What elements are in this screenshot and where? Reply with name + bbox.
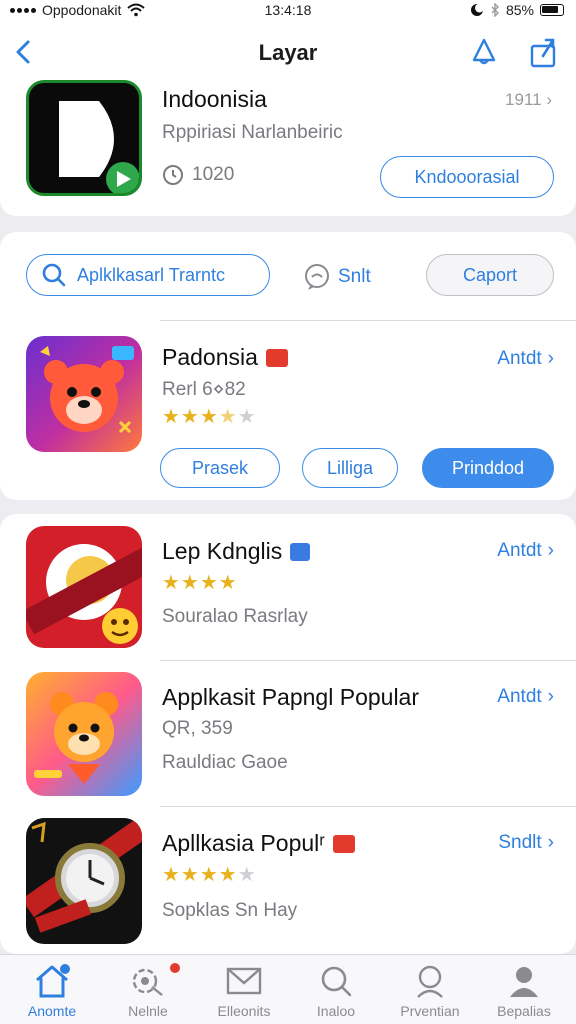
applkasit-app-icon[interactable] — [26, 672, 142, 796]
featured-app-subtitle: Rppiriasi Narlanbeiric — [162, 122, 343, 143]
divider — [160, 660, 576, 661]
padonsia-app-title: Padonsia — [162, 344, 288, 371]
red-flag-badge-icon — [332, 834, 355, 853]
person-icon — [510, 967, 538, 997]
bluetooth-icon — [491, 3, 499, 17]
play-icon — [59, 101, 139, 193]
featured-app-name: Indoonisia — [162, 86, 267, 112]
chevron-right-icon: › — [547, 540, 554, 561]
search-chip[interactable]: Aplklkasarl Trarntc — [26, 254, 270, 296]
tab-profile[interactable]: Bepalias — [476, 963, 572, 1021]
featured-meta: 1911 › — [505, 90, 552, 109]
chevron-right-icon: › — [547, 832, 554, 853]
app-list-card: Lep Kdnglis Antdt › ★★★★ Souralao Rasrlay… — [0, 514, 576, 954]
lep-kdnglis-rating-stars: ★★★★ — [162, 572, 238, 594]
tab-prevention[interactable]: Prventian — [382, 963, 478, 1021]
tab-games[interactable]: Nelnle — [100, 963, 196, 1021]
tab-mail[interactable]: Elleonits — [196, 963, 292, 1021]
blue-badge-icon — [290, 542, 311, 561]
divider — [160, 806, 576, 807]
capture-chip[interactable]: Caport — [426, 254, 554, 296]
filter-and-app-card: Aplklkasarl Trarntc Snlt Caport Padonsia… — [0, 232, 576, 500]
chat-bubble-icon — [305, 264, 329, 290]
battery-icon — [540, 4, 564, 16]
lep-kdnglis-subtitle: Souralao Rasrlay — [162, 606, 308, 627]
featured-app-card[interactable]: Indoonisia 1911 › Rppiriasi Narlanbeiric… — [0, 70, 576, 216]
padonsia-subtitle: Rerl 6⋄82 — [162, 379, 246, 400]
divider — [160, 320, 576, 321]
download-button[interactable]: Prinddod — [422, 448, 554, 488]
moon-icon — [470, 3, 484, 16]
padonsia-app-icon[interactable] — [26, 336, 142, 452]
search-icon — [42, 263, 66, 287]
applkasit-title: Applkasit Papngl Popular — [162, 684, 419, 710]
apllkasia-rating-stars: ★★★★★ — [162, 864, 257, 886]
promo-banner-icon — [26, 544, 142, 644]
games-icon — [132, 968, 163, 996]
padonsia-rating-stars: ★★★★★ — [162, 406, 257, 428]
apllkasia-action-link[interactable]: Sndlt › — [498, 832, 554, 854]
lep-kdnglis-app-icon[interactable] — [26, 526, 142, 648]
applkasit-action-link[interactable]: Antdt › — [497, 686, 554, 708]
status-bar: Oppodonakit 13:4:18 85% — [0, 0, 576, 22]
apllkasia-app-icon[interactable] — [26, 818, 142, 944]
profile-search-icon — [417, 965, 443, 998]
stopwatch-icon — [26, 818, 142, 933]
search-icon — [321, 966, 352, 997]
red-flag-badge-icon — [265, 348, 288, 367]
featured-app-icon[interactable] — [26, 80, 142, 196]
preview-button[interactable]: Prasek — [160, 448, 280, 488]
featured-get-button[interactable]: Kndooorasial — [380, 156, 554, 198]
home-icon — [36, 964, 70, 998]
apllkasia-title: Apllkasia Populʳ — [162, 830, 355, 857]
applkasit-rating-text: QR, 359 — [162, 718, 233, 739]
chat-chip[interactable]: Snlt — [302, 262, 371, 292]
chevron-right-icon: › — [546, 90, 552, 109]
applkasit-subtitle: Rauldiac Gaoe — [162, 752, 288, 773]
tab-bar: Anomte Nelnle Elleonits Inaloo Prventian — [0, 954, 576, 1024]
chevron-right-icon: › — [547, 686, 554, 707]
notification-dot-icon — [170, 963, 180, 973]
battery-percent: 85% — [505, 2, 534, 18]
clock-icon — [163, 165, 183, 185]
featured-rating-count: 1020 — [162, 164, 234, 186]
fox-face-icon — [34, 692, 118, 784]
tab-home[interactable]: Anomte — [4, 963, 100, 1021]
lep-kdnglis-title: Lep Kdnglis — [162, 538, 311, 565]
like-button[interactable]: Lilliga — [302, 448, 398, 488]
bell-outline-icon[interactable] — [466, 34, 502, 70]
apllkasia-subtitle: Sopklas Sn Hay — [162, 900, 298, 921]
tab-search[interactable]: Inaloo — [288, 963, 384, 1021]
mail-icon — [226, 967, 262, 995]
chevron-right-icon: › — [547, 348, 554, 369]
padonsia-action-link[interactable]: Antdt › — [497, 348, 554, 370]
lep-kdnglis-action-link[interactable]: Antdt › — [497, 540, 554, 562]
bear-face-icon — [40, 346, 134, 434]
share-icon[interactable] — [526, 34, 562, 70]
